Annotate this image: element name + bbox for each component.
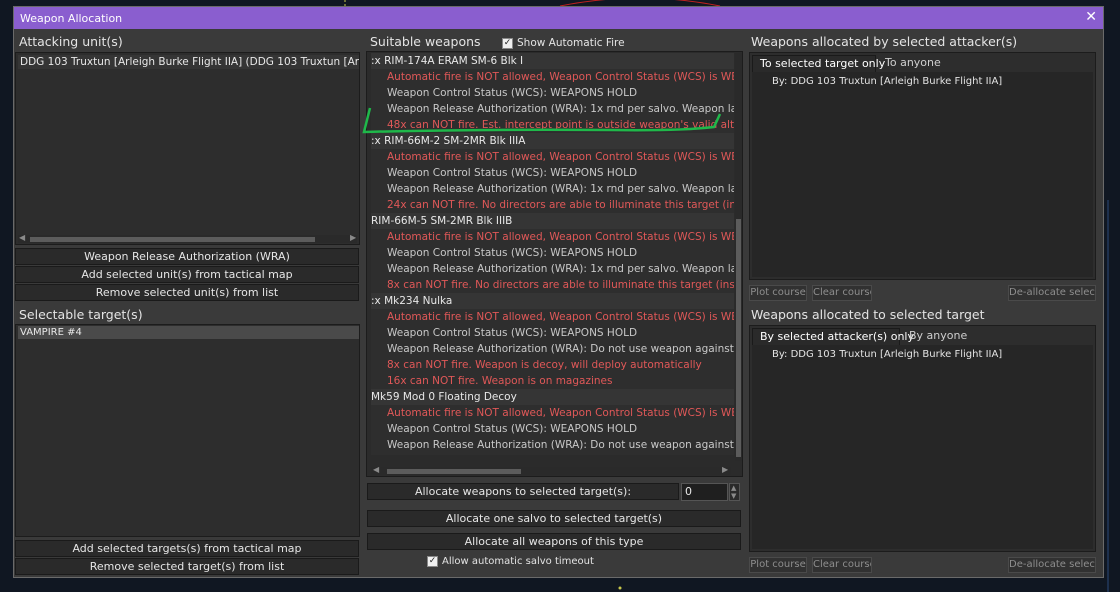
by-attacker-list[interactable]: By: DDG 103 Truxtun [Arleigh Burke Fligh…	[752, 72, 1093, 277]
allocate-quantity-input[interactable]: 0	[681, 483, 728, 501]
clear-course-button[interactable]: Clear course	[812, 285, 872, 301]
tab-to-anyone[interactable]: To anyone	[878, 55, 948, 72]
weapon-status-row[interactable]: Weapon Control Status (WCS): WEAPONS HOL…	[371, 325, 734, 341]
add-targets-button[interactable]: Add selected targets(s) from tactical ma…	[15, 540, 359, 557]
allocate-all-button[interactable]: Allocate all weapons of this type	[367, 533, 741, 550]
auto-timeout-checkbox[interactable]: ✓	[427, 556, 438, 567]
weapon-header-row[interactable]: :x Mk234 Nulka	[371, 293, 734, 309]
plot-course-button[interactable]: Plot course	[749, 285, 807, 301]
weapon-status-row[interactable]: 8x can NOT fire. No directors are able t…	[371, 277, 734, 293]
to-target-title: Weapons allocated to selected target	[751, 307, 985, 322]
weapon-status-row[interactable]: 4x can NOT fire. Weapon is decoy, will d…	[371, 453, 734, 455]
list-item[interactable]: By: DDG 103 Truxtun [Arleigh Burke Fligh…	[772, 349, 1002, 360]
weapon-status-row[interactable]: 16x can NOT fire. Weapon is on magazines	[371, 373, 734, 389]
quantity-stepper[interactable]: ▲ ▼	[729, 483, 740, 501]
show-auto-fire-checkbox[interactable]: ✓	[502, 38, 513, 49]
suitable-weapons-title: Suitable weapons	[370, 34, 481, 49]
by-attacker-panel: To selected target only To anyone By: DD…	[749, 52, 1096, 280]
auto-timeout-label: Allow automatic salvo timeout	[442, 556, 594, 567]
list-item[interactable]: VAMPIRE #4	[18, 326, 359, 339]
tab-to-selected-target[interactable]: To selected target only	[752, 55, 885, 72]
show-auto-fire-label: Show Automatic Fire	[517, 37, 625, 49]
title-bar: Weapon Allocation ✕	[14, 7, 1103, 29]
wra-button[interactable]: Weapon Release Authorization (WRA)	[15, 248, 359, 265]
deallocate-button[interactable]: De-allocate selected	[1008, 557, 1096, 573]
to-target-list[interactable]: By: DDG 103 Truxtun [Arleigh Burke Fligh…	[752, 345, 1093, 549]
weapon-status-row[interactable]: Automatic fire is NOT allowed, Weapon Co…	[371, 69, 734, 85]
weapon-status-row[interactable]: Weapon Release Authorization (WRA): 1x r…	[371, 261, 734, 277]
weapon-status-row[interactable]: Weapon Control Status (WCS): WEAPONS HOL…	[371, 245, 734, 261]
plot-course-button[interactable]: Plot course	[749, 557, 807, 573]
remove-units-button[interactable]: Remove selected unit(s) from list	[15, 284, 359, 301]
weapon-status-row[interactable]: Weapon Control Status (WCS): WEAPONS HOL…	[371, 165, 734, 181]
weapon-status-row[interactable]: 8x can NOT fire. Weapon is decoy, will d…	[371, 357, 734, 373]
weapon-status-row[interactable]: Automatic fire is NOT allowed, Weapon Co…	[371, 309, 734, 325]
annotation-underline	[362, 107, 722, 134]
by-attacker-title: Weapons allocated by selected attacker(s…	[751, 34, 1018, 49]
weapon-status-row[interactable]: Weapon Control Status (WCS): WEAPONS HOL…	[371, 85, 734, 101]
remove-targets-button[interactable]: Remove selected target(s) from list	[15, 558, 359, 575]
tab-by-selected-attacker[interactable]: By selected attacker(s) only	[752, 328, 914, 345]
weapon-header-row[interactable]: :x RIM-174A ERAM SM-6 Blk I	[371, 53, 734, 69]
selectable-targets-list[interactable]: VAMPIRE #4	[15, 324, 360, 537]
weapon-status-row[interactable]: Automatic fire is NOT allowed, Weapon Co…	[371, 149, 734, 165]
horizontal-scrollbar[interactable]: ◀ ▶	[18, 233, 357, 243]
weapons-vertical-scrollbar[interactable]	[735, 53, 742, 461]
weapon-header-row[interactable]: Mk59 Mod 0 Floating Decoy	[371, 389, 734, 405]
allocate-weapons-button[interactable]: Allocate weapons to selected target(s):	[367, 483, 679, 500]
close-icon[interactable]: ✕	[1085, 9, 1097, 25]
list-item[interactable]: By: DDG 103 Truxtun [Arleigh Burke Fligh…	[772, 76, 1002, 87]
selectable-targets-title: Selectable target(s)	[19, 307, 143, 322]
weapon-status-row[interactable]: Weapon Release Authorization (WRA): Do n…	[371, 341, 734, 357]
weapon-status-row[interactable]: Weapon Release Authorization (WRA): 1x r…	[371, 181, 734, 197]
attacking-units-title: Attacking unit(s)	[19, 34, 123, 49]
weapon-status-row[interactable]: Weapon Release Authorization (WRA): Do n…	[371, 437, 734, 453]
list-item[interactable]: DDG 103 Truxtun [Arleigh Burke Flight II…	[18, 55, 359, 69]
weapon-status-row[interactable]: Weapon Control Status (WCS): WEAPONS HOL…	[371, 421, 734, 437]
window-title: Weapon Allocation	[20, 12, 123, 25]
deallocate-button[interactable]: De-allocate selected	[1008, 285, 1096, 301]
attacking-units-list[interactable]: DDG 103 Truxtun [Arleigh Burke Flight II…	[15, 52, 360, 245]
weapons-horizontal-scrollbar[interactable]: ◀ ▶	[371, 465, 731, 475]
add-units-button[interactable]: Add selected unit(s) from tactical map	[15, 266, 359, 283]
weapon-status-row[interactable]: Automatic fire is NOT allowed, Weapon Co…	[371, 405, 734, 421]
weapon-header-row[interactable]: RIM-66M-5 SM-2MR Blk IIIB	[371, 213, 734, 229]
tab-by-anyone[interactable]: By anyone	[902, 328, 974, 345]
allocate-salvo-button[interactable]: Allocate one salvo to selected target(s)	[367, 510, 741, 527]
weapon-status-row[interactable]: 24x can NOT fire. No directors are able …	[371, 197, 734, 213]
to-target-panel: By selected attacker(s) only By anyone B…	[749, 325, 1096, 552]
weapon-allocation-window: Weapon Allocation ✕ Attacking unit(s) DD…	[13, 6, 1104, 578]
weapon-status-row[interactable]: Automatic fire is NOT allowed, Weapon Co…	[371, 229, 734, 245]
clear-course-button[interactable]: Clear course	[812, 557, 872, 573]
